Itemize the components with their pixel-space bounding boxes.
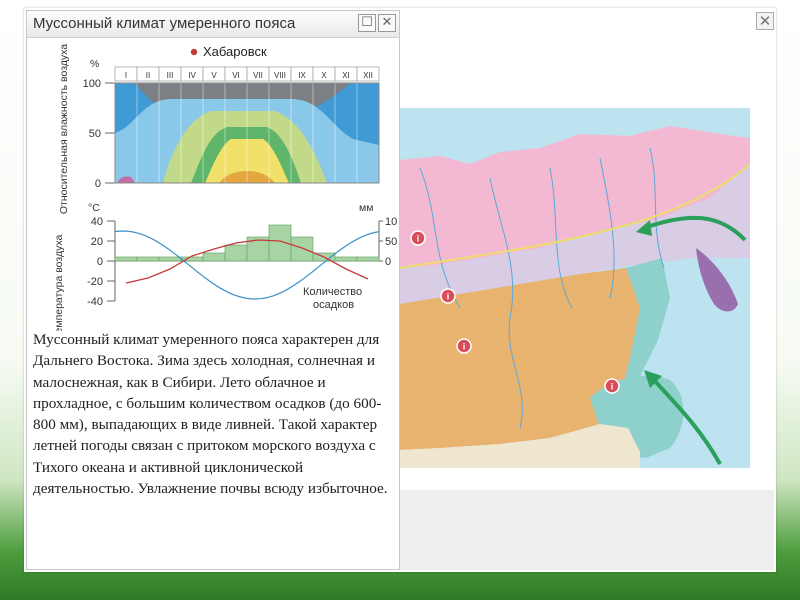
climate-window: Муссонный климат умеренного пояса ☐ ✕ Ха… — [26, 10, 403, 570]
month-label: XII — [363, 71, 373, 80]
footer-bar — [400, 490, 774, 570]
precipitation-label-line1: Количество — [303, 286, 362, 298]
humidity-ytick: 100 — [83, 78, 101, 90]
humidity-ytick: 0 — [95, 178, 101, 190]
temperature-yticks: 40 20 0 -20 -40 — [87, 216, 115, 308]
info-marker-label: i — [417, 234, 420, 244]
precipitation-bar — [290, 236, 314, 262]
temperature-ylabel: Температура воздуха — [53, 235, 65, 331]
precipitation-ytick: 100 — [385, 216, 397, 228]
precipitation-yticks: 100 50 0 — [379, 216, 403, 268]
humidity-ytick: 50 — [89, 128, 101, 140]
info-marker-label: i — [611, 382, 614, 392]
climate-map-svg: i i i i — [400, 108, 750, 468]
temperature-unit: °С — [88, 202, 100, 214]
precipitation-bar — [202, 252, 226, 262]
precipitation-bar — [158, 256, 182, 262]
month-label: I — [125, 71, 127, 80]
precipitation-label-line2: осадков — [313, 299, 354, 311]
precipitation-bar — [224, 244, 248, 262]
precipitation-bar — [334, 256, 358, 262]
temperature-ytick: 40 — [91, 216, 103, 228]
close-icon[interactable]: ✕ — [378, 14, 396, 32]
close-icon[interactable]: ✕ — [756, 12, 774, 30]
info-marker-label: i — [447, 292, 450, 302]
month-label: IV — [188, 71, 196, 80]
temperature-ytick: -20 — [87, 276, 103, 288]
humidity-unit: % — [90, 58, 99, 70]
temperature-ytick: -40 — [87, 296, 103, 308]
window-titlebar: Муссонный климат умеренного пояса ☐ ✕ — [27, 11, 399, 38]
precipitation-bar — [356, 256, 380, 262]
humidity-ylabel: Относительная влажность воздуха — [58, 44, 70, 214]
city-marker — [190, 48, 198, 56]
precipitation-unit: мм — [359, 202, 373, 214]
precipitation-ytick: 50 — [385, 236, 397, 248]
climate-chart-svg: Хабаровск Относительная влажность воздух… — [53, 44, 403, 340]
precipitation-bar — [136, 256, 160, 262]
humidity-yticks: 100 50 0 — [83, 78, 115, 190]
month-label: III — [167, 71, 174, 80]
month-label: II — [146, 71, 150, 80]
climate-description: Муссонный климат умеренного пояса характ… — [33, 331, 388, 498]
month-header: I II III IV V VI VII VIII IX X XI XII — [114, 66, 380, 82]
temperature-ytick: 20 — [91, 236, 103, 248]
month-label: VII — [253, 71, 263, 80]
chart-title: Хабаровск — [203, 44, 267, 59]
window-title: Муссонный климат умеренного пояса — [33, 15, 296, 32]
precipitation-bars — [114, 224, 380, 262]
temperature-ytick: 0 — [97, 256, 103, 268]
month-label: X — [321, 71, 327, 80]
info-marker-label: i — [463, 342, 466, 352]
precipitation-ytick: 0 — [385, 256, 391, 268]
month-label: VIII — [274, 71, 286, 80]
month-label: VI — [232, 71, 240, 80]
climate-chart: Хабаровск Относительная влажность воздух… — [31, 41, 403, 340]
climate-map: i i i i — [400, 108, 750, 468]
precipitation-bar — [114, 256, 138, 262]
month-label: IX — [298, 71, 306, 80]
month-label: V — [211, 71, 217, 80]
maximize-icon[interactable]: ☐ — [358, 14, 376, 32]
month-label: XI — [342, 71, 350, 80]
